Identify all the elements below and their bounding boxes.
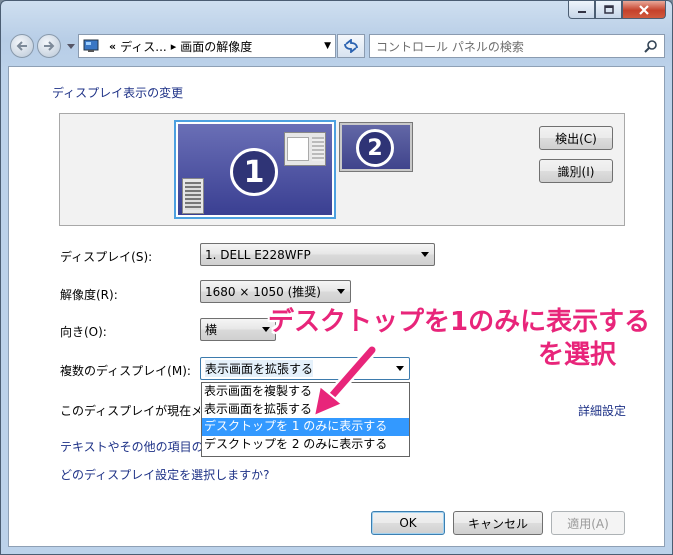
resolution-select[interactable]: 1680 × 1050 (推奨) <box>200 280 351 303</box>
monitor-2-preview[interactable]: 2 <box>339 122 413 172</box>
recent-pages-dropdown[interactable] <box>66 40 76 52</box>
refresh-icon <box>344 39 358 53</box>
detect-button[interactable]: 検出(C) <box>539 126 613 150</box>
back-button[interactable] <box>10 34 34 58</box>
annotation-line-2: を選択 <box>538 340 617 370</box>
caption-buttons <box>568 1 666 19</box>
window-thumbnail <box>284 132 326 166</box>
search-placeholder: コントロール パネルの検索 <box>376 39 524 54</box>
control-panel-icon <box>83 39 99 52</box>
breadcrumb-separator[interactable]: ▸ <box>171 40 177 53</box>
orientation-label: 向き(O): <box>60 325 107 339</box>
advanced-settings-link[interactable]: 詳細設定 <box>578 402 626 419</box>
search-icon[interactable] <box>644 39 658 53</box>
ok-button[interactable]: OK <box>371 511 445 535</box>
forward-button[interactable] <box>37 34 61 58</box>
chevron-down-icon <box>67 43 75 49</box>
monitor-1-preview[interactable]: 1 <box>174 120 336 219</box>
close-button[interactable] <box>622 1 666 19</box>
close-icon <box>639 4 649 15</box>
annotation-arrow-icon <box>312 344 378 418</box>
search-box[interactable]: コントロール パネルの検索 <box>369 34 665 58</box>
maximize-icon <box>603 5 614 14</box>
text-size-link[interactable]: テキストやその他の項目の <box>60 438 204 455</box>
breadcrumb-overflow[interactable]: « <box>109 40 116 53</box>
monitor-1-number: 1 <box>230 148 278 196</box>
minimize-icon <box>577 10 586 13</box>
display-select-value: 1. DELL E228WFP <box>205 247 311 262</box>
breadcrumb-display[interactable]: ディス... <box>120 38 167 55</box>
address-dropdown-icon[interactable]: ▼ <box>324 41 331 51</box>
apply-button[interactable]: 適用(A) <box>551 511 625 535</box>
multi-display-label: 複数のディスプレイ(M): <box>60 364 191 378</box>
maximize-button[interactable] <box>595 1 622 19</box>
which-settings-link[interactable]: どのディスプレイ設定を選択しますか? <box>60 466 270 483</box>
chevron-down-icon <box>421 252 429 257</box>
dropdown-option-show-only-2[interactable]: デスクトップを 2 のみに表示する <box>202 436 409 454</box>
resolution-label: 解像度(R): <box>60 288 118 302</box>
breadcrumb-resolution[interactable]: 画面の解像度 <box>180 38 252 55</box>
forward-arrow-icon <box>44 41 55 51</box>
chevron-down-icon <box>337 289 345 294</box>
orientation-select[interactable]: 横 <box>200 318 276 341</box>
cancel-button[interactable]: キャンセル <box>453 511 543 535</box>
orientation-select-value: 横 <box>205 323 218 337</box>
chevron-down-icon <box>396 366 404 371</box>
refresh-button[interactable] <box>337 34 365 58</box>
page-title: ディスプレイ表示の変更 <box>52 86 184 100</box>
identify-button[interactable]: 識別(I) <box>539 159 613 183</box>
minimize-button[interactable] <box>568 1 595 19</box>
back-arrow-icon <box>16 41 27 51</box>
taskbar-thumbnail <box>182 178 204 214</box>
current-display-text: このディスプレイが現在メ <box>60 404 200 418</box>
address-bar[interactable]: « ディス... ▸ 画面の解像度 ▼ <box>78 34 336 58</box>
resolution-select-value: 1680 × 1050 (推奨) <box>205 285 321 299</box>
annotation-line-1: デスクトップを1のみに表示する <box>268 307 651 337</box>
display-select[interactable]: 1. DELL E228WFP <box>200 243 435 266</box>
monitor-2-number: 2 <box>356 129 394 167</box>
display-label: ディスプレイ(S): <box>60 250 153 264</box>
navigation-bar: « ディス... ▸ 画面の解像度 ▼ コントロール パネルの検索 <box>8 30 665 60</box>
multi-display-select-value: 表示画面を拡張する <box>205 360 314 377</box>
dropdown-option-show-only-1[interactable]: デスクトップを 1 のみに表示する <box>202 418 409 436</box>
